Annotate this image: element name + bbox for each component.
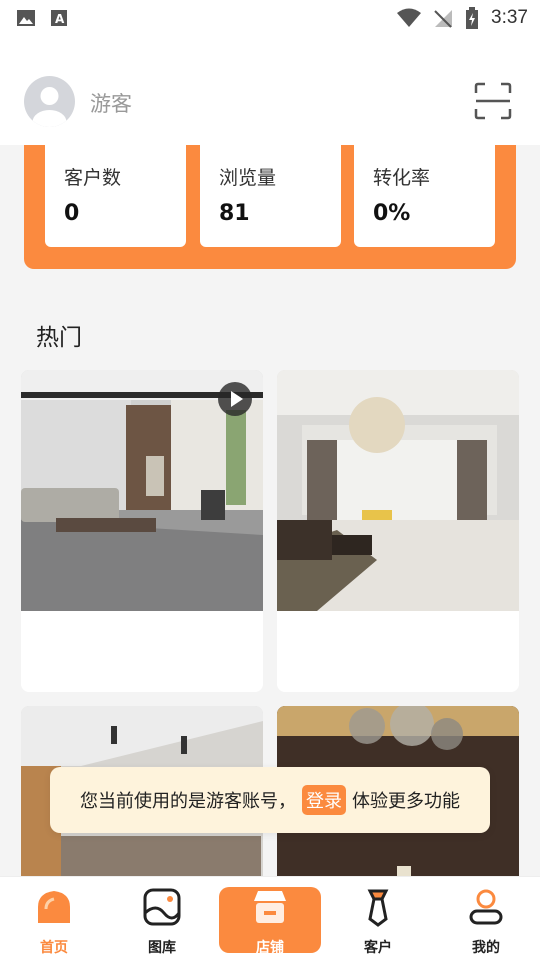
default-avatar-icon xyxy=(32,87,67,127)
stat-views[interactable]: 浏览量 81 xyxy=(200,145,341,247)
tab-home[interactable]: 首页 xyxy=(3,887,105,956)
wifi-icon xyxy=(397,8,422,27)
gallery-icon xyxy=(143,888,181,926)
stats-panel: 客户数 0 浏览量 81 转化率 0% xyxy=(24,145,516,269)
hot-item-card[interactable] xyxy=(21,370,263,692)
tab-store[interactable]: 店铺 xyxy=(219,887,321,956)
svg-text:A: A xyxy=(55,12,65,26)
toast-text: 您当前使用的是游客账号， xyxy=(80,791,296,812)
bottom-tab-bar: 首页 图库 店铺 客户 我的 xyxy=(0,876,540,960)
tab-mine[interactable]: 我的 xyxy=(435,887,537,956)
stat-conversion[interactable]: 转化率 0% xyxy=(354,145,495,247)
person-icon xyxy=(469,889,503,925)
scan-icon[interactable] xyxy=(474,82,512,120)
tab-label: 客户 xyxy=(364,940,392,956)
font-icon: A xyxy=(51,10,67,26)
username[interactable]: 游客 xyxy=(90,88,132,118)
guest-login-toast: 您当前使用的是游客账号， 登录 体验更多功能 xyxy=(50,767,490,833)
stat-label: 浏览量 xyxy=(219,167,277,189)
tab-label: 首页 xyxy=(40,940,68,956)
tab-customers[interactable]: 客户 xyxy=(327,887,429,956)
image-icon xyxy=(17,10,35,26)
home-icon xyxy=(38,891,70,923)
stat-customers[interactable]: 客户数 0 xyxy=(45,145,186,247)
stat-value: 0% xyxy=(373,201,411,226)
status-bar: A 3:37 xyxy=(0,0,540,36)
store-icon xyxy=(254,891,286,923)
tab-label: 图库 xyxy=(148,940,176,956)
stat-label: 转化率 xyxy=(373,167,431,189)
avatar[interactable] xyxy=(24,76,75,127)
clock: 3:37 xyxy=(491,7,528,28)
tie-icon xyxy=(367,889,389,927)
tab-gallery[interactable]: 图库 xyxy=(111,887,213,956)
tab-label: 店铺 xyxy=(256,940,284,956)
toast-text: 体验更多功能 xyxy=(352,791,460,812)
stat-value: 0 xyxy=(64,201,80,226)
living-room-image xyxy=(277,370,519,611)
battery-charging-icon xyxy=(466,7,479,29)
play-icon[interactable] xyxy=(218,382,252,416)
stat-label: 客户数 xyxy=(64,167,122,189)
stat-value: 81 xyxy=(219,201,250,226)
profile-header: 游客 xyxy=(0,36,540,145)
tab-label: 我的 xyxy=(472,940,500,956)
hot-item-card[interactable] xyxy=(277,370,519,692)
no-signal-icon xyxy=(434,10,453,28)
section-title-hot: 热门 xyxy=(36,325,82,351)
login-link[interactable]: 登录 xyxy=(302,785,346,815)
